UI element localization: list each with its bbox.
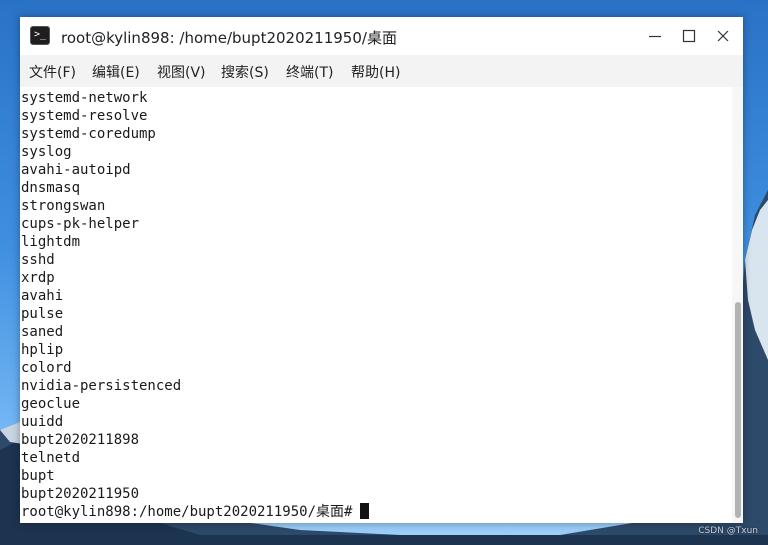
text-cursor xyxy=(360,503,370,519)
menu-search[interactable]: 搜索(S) xyxy=(221,62,269,82)
terminal-line: geoclue xyxy=(21,396,81,412)
menu-view[interactable]: 视图(V) xyxy=(157,62,206,82)
terminal-line: bupt2020211898 xyxy=(21,432,140,448)
terminal-line: bupt xyxy=(21,468,55,484)
menu-edit[interactable]: 编辑(E) xyxy=(92,62,140,82)
terminal-line: lightdm xyxy=(21,234,81,250)
window-title: root@kylin898: /home/bupt2020211950/桌面 xyxy=(61,29,397,47)
terminal-line: systemd-resolve xyxy=(21,108,148,124)
title-bar[interactable]: >_ root@kylin898: /home/bupt2020211950/桌… xyxy=(20,17,743,55)
terminal-line: hplip xyxy=(21,342,64,358)
minimize-button[interactable] xyxy=(644,25,666,47)
terminal-line: colord xyxy=(21,360,72,376)
terminal-line: syslog xyxy=(21,144,72,160)
terminal-output[interactable]: systemd-network systemd-resolve systemd-… xyxy=(20,87,732,523)
terminal-line: systemd-network xyxy=(21,90,148,106)
terminal-icon: >_ xyxy=(30,26,50,45)
terminal-line: avahi-autoipd xyxy=(21,162,131,178)
terminal-line: saned xyxy=(21,324,64,340)
menu-file[interactable]: 文件(F) xyxy=(29,62,76,82)
terminal-line: nvidia-persistenced xyxy=(21,378,182,394)
vertical-scrollbar[interactable] xyxy=(732,87,743,523)
menu-help[interactable]: 帮助(H) xyxy=(351,62,400,82)
terminal-line: dnsmasq xyxy=(21,180,81,196)
menu-terminal[interactable]: 终端(T) xyxy=(286,62,333,82)
terminal-line: bupt2020211950 xyxy=(21,486,140,502)
terminal-line: uuidd xyxy=(21,414,64,430)
terminal-line: cups-pk-helper xyxy=(21,216,140,232)
terminal-line: xrdp xyxy=(21,270,55,286)
terminal-line: avahi xyxy=(21,288,64,304)
terminal-line: pulse xyxy=(21,306,64,322)
terminal-prompt-line[interactable]: root@kylin898:/home/bupt2020211950/桌面# xyxy=(21,503,370,521)
maximize-button[interactable] xyxy=(678,25,700,47)
close-button[interactable] xyxy=(712,25,734,47)
watermark: CSDN @Txun xyxy=(698,526,758,536)
terminal-line: strongswan xyxy=(21,198,106,214)
menu-bar: 文件(F) 编辑(E) 视图(V) 搜索(S) 终端(T) 帮助(H) xyxy=(20,55,743,87)
shell-prompt: root@kylin898:/home/bupt2020211950/桌面# xyxy=(21,504,353,520)
terminal-line: telnetd xyxy=(21,450,81,466)
scrollbar-thumb[interactable] xyxy=(735,302,741,518)
terminal-line: sshd xyxy=(21,252,55,268)
terminal-window: >_ root@kylin898: /home/bupt2020211950/桌… xyxy=(20,17,743,523)
terminal-line: systemd-coredump xyxy=(21,126,156,142)
